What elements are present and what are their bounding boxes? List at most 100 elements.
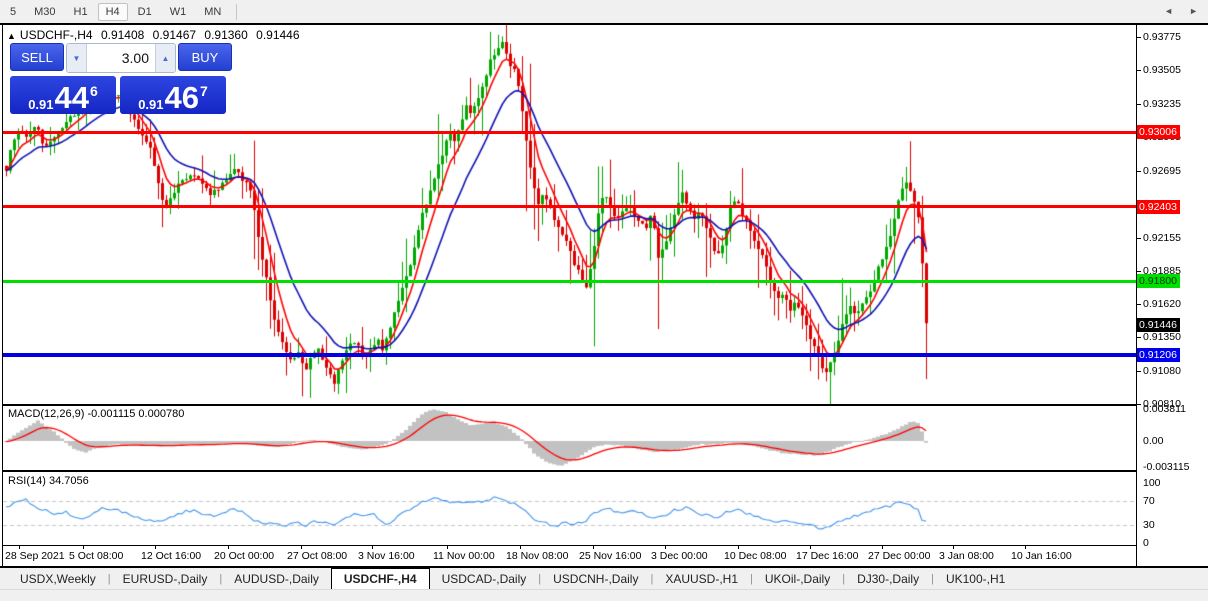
chart-tab-usdcnh[interactable]: USDCNH-,Daily	[541, 568, 650, 589]
price-tick-mark	[1137, 70, 1141, 71]
volume-spinner: ▼ 3.00 ▲	[66, 43, 176, 73]
time-tick-mark	[1025, 546, 1026, 549]
plot-left-border	[2, 25, 3, 566]
one-click-trading-panel: SELL ▼ 3.00 ▲ BUY 0.91 44 6 0.91 46 7	[10, 43, 234, 114]
symbol-period-label: USDCHF-,H4	[20, 28, 93, 42]
buy-button[interactable]: BUY	[178, 43, 232, 71]
time-tick-label: 10 Dec 08:00	[724, 550, 786, 562]
time-tick-mark	[19, 546, 20, 549]
chart-tab-eurusd[interactable]: EURUSD-,Daily	[111, 568, 220, 589]
time-tick-mark	[810, 546, 811, 549]
collapse-arrow-icon[interactable]: ▲	[7, 31, 16, 41]
chart-tab-uk100[interactable]: UK100-,H1	[934, 568, 1017, 589]
time-tick-label: 5 Oct 08:00	[69, 550, 123, 562]
price-tick-mark	[1137, 271, 1141, 272]
price-tick-label: 0.92155	[1143, 232, 1181, 244]
time-tick-label: 12 Oct 16:00	[141, 550, 201, 562]
resistance-2-price-badge: 0.92403	[1137, 200, 1180, 214]
time-tick-mark	[447, 546, 448, 549]
sell-price-pip: 6	[90, 83, 98, 99]
time-tick-label: 11 Nov 00:00	[433, 550, 495, 562]
time-axis[interactable]: 28 Sep 2021 5 Oct 08:00 12 Oct 16:00 20 Oct…	[3, 546, 1136, 566]
timeframe-button-d1[interactable]: D1	[130, 3, 160, 21]
price-tick-label: 0.91620	[1143, 298, 1181, 310]
price-tick-label: 0.93235	[1143, 98, 1181, 110]
time-tick-mark	[372, 546, 373, 549]
open-value: 0.91408	[101, 28, 144, 42]
price-tick-label: 0.92695	[1143, 165, 1181, 177]
sell-price-display[interactable]: 0.91 44 6	[10, 76, 116, 114]
time-tick-mark	[738, 546, 739, 549]
timeframe-button-m30[interactable]: M30	[26, 3, 63, 21]
time-tick-label: 18 Nov 08:00	[506, 550, 568, 562]
rsi-axis-label: 70	[1143, 495, 1155, 507]
macd-label: MACD(12,26,9) -0.001115 0.000780	[8, 408, 184, 420]
rsi-panel-separator[interactable]	[2, 470, 1137, 472]
rsi-indicator-canvas[interactable]	[3, 472, 1136, 545]
price-tick-label: 0.91350	[1143, 331, 1181, 343]
macd-axis-label: 0.00	[1143, 435, 1163, 447]
hline-092403[interactable]	[3, 205, 1136, 208]
macd-panel-separator[interactable]	[2, 404, 1137, 406]
hline-093006[interactable]	[3, 131, 1136, 134]
timeframe-button-h1[interactable]: H1	[66, 3, 96, 21]
tab-scroll-right-icon[interactable]: ►	[1189, 6, 1198, 16]
time-tick-mark	[301, 546, 302, 549]
volume-decrease-button[interactable]: ▼	[67, 44, 87, 72]
chart-tab-usdx[interactable]: USDX,Weekly	[8, 568, 108, 589]
time-tick-mark	[953, 546, 954, 549]
timeframe-button-h4[interactable]: H4	[98, 3, 128, 21]
price-tick-mark	[1137, 37, 1141, 38]
price-tick-mark	[1137, 371, 1141, 372]
support-price-badge: 0.91206	[1137, 348, 1180, 362]
rsi-label: RSI(14) 34.7056	[8, 475, 89, 487]
timeframe-button-mn[interactable]: MN	[196, 3, 229, 21]
chart-title: ▲USDCHF-,H4 0.91408 0.91467 0.91360 0.91…	[7, 28, 305, 42]
time-tick-mark	[665, 546, 666, 549]
hline-091800[interactable]	[3, 280, 1136, 283]
chart-tab-audusd[interactable]: AUDUSD-,Daily	[222, 568, 331, 589]
buy-price-prefix: 0.91	[138, 98, 163, 111]
hline-091206[interactable]	[3, 353, 1136, 357]
price-tick-mark	[1137, 337, 1141, 338]
timeframe-toolbar: 5M30H1H4D1W1MN	[0, 0, 1208, 23]
chart-tab-ukoil[interactable]: UKOil-,Daily	[753, 568, 842, 589]
chart-tab-xauusd[interactable]: XAUUSD-,H1	[653, 568, 750, 589]
time-tick-mark	[882, 546, 883, 549]
price-tick-label: 0.91080	[1143, 365, 1181, 377]
time-tick-label: 3 Dec 00:00	[651, 550, 708, 562]
sell-price-prefix: 0.91	[28, 98, 53, 111]
timeframe-button-w1[interactable]: W1	[162, 3, 195, 21]
low-value: 0.91360	[204, 28, 247, 42]
buy-price-big: 46	[165, 85, 199, 111]
price-tick-mark	[1137, 238, 1141, 239]
price-tick-mark	[1137, 404, 1141, 405]
time-tick-mark	[593, 546, 594, 549]
volume-input[interactable]: 3.00	[87, 44, 155, 72]
volume-increase-button[interactable]: ▲	[155, 44, 175, 72]
time-tick-label: 28 Sep 2021	[5, 550, 65, 562]
time-tick-mark	[83, 546, 84, 549]
price-tick-label: 0.93775	[1143, 31, 1181, 43]
sell-button[interactable]: SELL	[10, 43, 64, 71]
macd-axis-label: 0.003811	[1143, 403, 1186, 415]
time-tick-label: 3 Nov 16:00	[358, 550, 415, 562]
chart-tab-dj30[interactable]: DJ30-,Daily	[845, 568, 931, 589]
time-tick-mark	[155, 546, 156, 549]
chart-tab-usdchf[interactable]: USDCHF-,H4	[331, 568, 430, 589]
sell-price-big: 44	[55, 85, 89, 111]
time-tick-label: 27 Oct 08:00	[287, 550, 347, 562]
tab-scroll-left-icon[interactable]: ◄	[1164, 6, 1173, 16]
current-price-badge: 0.91446	[1137, 318, 1180, 332]
buy-price-display[interactable]: 0.91 46 7	[120, 76, 226, 114]
rsi-axis-label: 30	[1143, 519, 1155, 531]
time-tick-mark	[520, 546, 521, 549]
time-tick-mark	[228, 546, 229, 549]
price-axis[interactable]: 0.937750.935050.932350.929650.926950.921…	[1137, 25, 1208, 566]
rsi-axis-label: 100	[1143, 477, 1161, 489]
time-tick-label: 27 Dec 00:00	[868, 550, 930, 562]
timeframe-button-5[interactable]: 5	[2, 3, 24, 21]
time-tick-label: 20 Oct 00:00	[214, 550, 274, 562]
chart-tab-usdcad[interactable]: USDCAD-,Daily	[430, 568, 539, 589]
buy-price-pip: 7	[200, 83, 208, 99]
